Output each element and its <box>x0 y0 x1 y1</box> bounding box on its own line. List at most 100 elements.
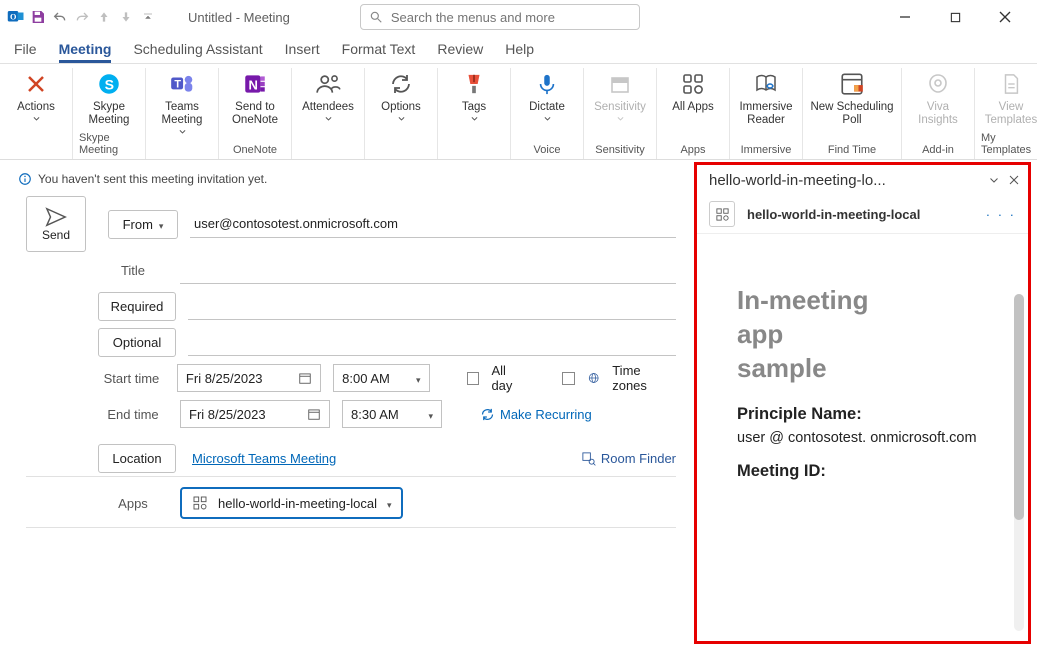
start-time-label: Start time <box>98 371 165 386</box>
chevron-down-icon <box>32 114 41 123</box>
ribbon-button-label: Teams Meeting <box>152 101 212 127</box>
optional-input[interactable] <box>188 328 676 356</box>
required-input[interactable] <box>188 292 676 320</box>
tab-meeting[interactable]: Meeting <box>59 41 112 63</box>
undo-icon[interactable] <box>50 7 70 27</box>
send-label: Send <box>42 228 70 242</box>
ribbon-immersive-reader-button[interactable]: Immersive Reader <box>736 68 796 127</box>
prev-item-icon[interactable] <box>94 7 114 27</box>
viva-icon <box>924 70 952 98</box>
minimize-button[interactable] <box>885 2 925 32</box>
svg-text:S: S <box>105 76 114 92</box>
tab-format-text[interactable]: Format Text <box>342 41 416 63</box>
save-icon[interactable] <box>28 7 48 27</box>
chevron-down-icon <box>324 114 333 123</box>
chevron-down-icon <box>159 217 164 232</box>
tab-review[interactable]: Review <box>437 41 483 63</box>
ribbon-button-label: Send to OneNote <box>225 101 285 127</box>
calendar-icon <box>307 407 321 421</box>
ribbon-group: All Apps Apps <box>657 68 730 159</box>
panel-body: In-meeting app sample Principle Name: us… <box>697 234 1028 641</box>
panel-app-icon <box>709 201 735 227</box>
location-value[interactable]: Microsoft Teams Meeting <box>192 451 336 466</box>
chevron-down-icon <box>416 371 421 386</box>
ribbon-button-label: All Apps <box>672 101 714 114</box>
location-button[interactable]: Location <box>98 444 176 473</box>
ribbon-viva-insights-button[interactable]: Viva Insights <box>908 68 968 127</box>
chevron-down-icon <box>543 114 552 123</box>
svg-text:O: O <box>10 12 17 21</box>
skype-icon: S <box>95 70 123 98</box>
ribbon-group: Options <box>365 68 438 159</box>
ribbon-group: Actions <box>0 68 73 159</box>
make-recurring-label: Make Recurring <box>500 407 592 422</box>
room-finder-label: Room Finder <box>601 451 676 466</box>
window-controls <box>885 2 1035 32</box>
ribbon-group-label: Apps <box>680 144 705 157</box>
tab-file[interactable]: File <box>14 41 37 63</box>
required-button[interactable]: Required <box>98 292 176 321</box>
search-input[interactable] <box>360 4 640 30</box>
ribbon-dictate-button[interactable]: Dictate <box>517 68 577 123</box>
send-button[interactable]: Send <box>26 196 86 252</box>
room-finder-link[interactable]: Room Finder <box>581 451 676 466</box>
ribbon-sensitivity-button[interactable]: Sensitivity <box>590 68 650 123</box>
info-icon <box>18 172 32 186</box>
tab-scheduling-assistant[interactable]: Scheduling Assistant <box>133 41 262 63</box>
ribbon-options-button[interactable]: Options <box>371 68 431 123</box>
title-input[interactable] <box>180 256 676 284</box>
svg-text:N: N <box>249 77 258 92</box>
timezones-checkbox[interactable] <box>562 372 575 385</box>
ribbon-teams-meeting-button[interactable]: T Teams Meeting <box>152 68 212 136</box>
panel-close-icon[interactable] <box>1008 174 1020 186</box>
ribbon-group-label: Sensitivity <box>595 144 645 157</box>
panel-header: hello-world-in-meeting-lo... <box>697 165 1028 195</box>
ribbon-button-label: Skype Meeting <box>79 101 139 127</box>
qat-overflow-icon[interactable] <box>138 7 158 27</box>
teams-icon: T <box>168 70 196 98</box>
chevron-down-icon <box>387 496 392 511</box>
notice-text: You haven't sent this meeting invitation… <box>38 172 267 186</box>
next-item-icon[interactable] <box>116 7 136 27</box>
search-field[interactable] <box>389 9 631 26</box>
chevron-down-icon <box>616 114 625 123</box>
panel-dropdown-icon[interactable] <box>988 174 1000 186</box>
panel-more-icon[interactable]: · · · <box>986 207 1016 222</box>
ribbon-new-scheduling-poll-button[interactable]: New Scheduling Poll <box>809 68 895 127</box>
ribbon-group: Immersive ReaderImmersive <box>730 68 803 159</box>
window-title: Untitled - Meeting <box>188 10 290 25</box>
chevron-down-icon <box>178 127 187 136</box>
from-value[interactable]: user@contosotest.onmicrosoft.com <box>190 210 676 238</box>
app-badge[interactable]: hello-world-in-meeting-local <box>180 487 403 519</box>
ribbon-actions-button[interactable]: Actions <box>6 68 66 123</box>
ribbon-attendees-button[interactable]: Attendees <box>298 68 358 123</box>
tab-insert[interactable]: Insert <box>285 41 320 63</box>
ribbon-view-templates-button[interactable]: View Templates <box>981 68 1037 127</box>
ribbon-all-apps-button[interactable]: All Apps <box>663 68 723 114</box>
maximize-button[interactable] <box>935 2 975 32</box>
end-date-input[interactable]: Fri 8/25/2023 <box>180 400 330 428</box>
meeting-id-label: Meeting ID: <box>737 462 1004 481</box>
ribbon-tabs: File Meeting Scheduling Assistant Insert… <box>0 34 1037 64</box>
start-time-input[interactable]: 8:00 AM <box>333 364 429 392</box>
tab-help[interactable]: Help <box>505 41 534 63</box>
end-time-input[interactable]: 8:30 AM <box>342 400 442 428</box>
allday-checkbox[interactable] <box>467 372 480 385</box>
ribbon-button-label: Immersive Reader <box>736 101 796 127</box>
app-name: hello-world-in-meeting-local <box>218 496 377 511</box>
start-date-input[interactable]: Fri 8/25/2023 <box>177 364 321 392</box>
panel-scrollbar[interactable] <box>1014 294 1024 631</box>
chevron-down-icon <box>470 114 479 123</box>
from-button[interactable]: From <box>108 210 178 239</box>
redo-icon[interactable] <box>72 7 92 27</box>
ribbon-send-to-onenote-button[interactable]: N Send to OneNote <box>225 68 285 127</box>
make-recurring-link[interactable]: Make Recurring <box>480 407 592 422</box>
optional-button[interactable]: Optional <box>98 328 176 357</box>
close-button[interactable] <box>985 2 1025 32</box>
svg-text:T: T <box>174 78 181 90</box>
meeting-form-pane: You haven't sent this meeting invitation… <box>0 160 690 646</box>
ribbon-skype-meeting-button[interactable]: S Skype Meeting <box>79 68 139 127</box>
principle-name-value: user @ contosotest. onmicrosoft.com <box>737 430 1004 446</box>
ribbon-tags-button[interactable]: Tags <box>444 68 504 123</box>
apps-label: Apps <box>98 496 168 511</box>
